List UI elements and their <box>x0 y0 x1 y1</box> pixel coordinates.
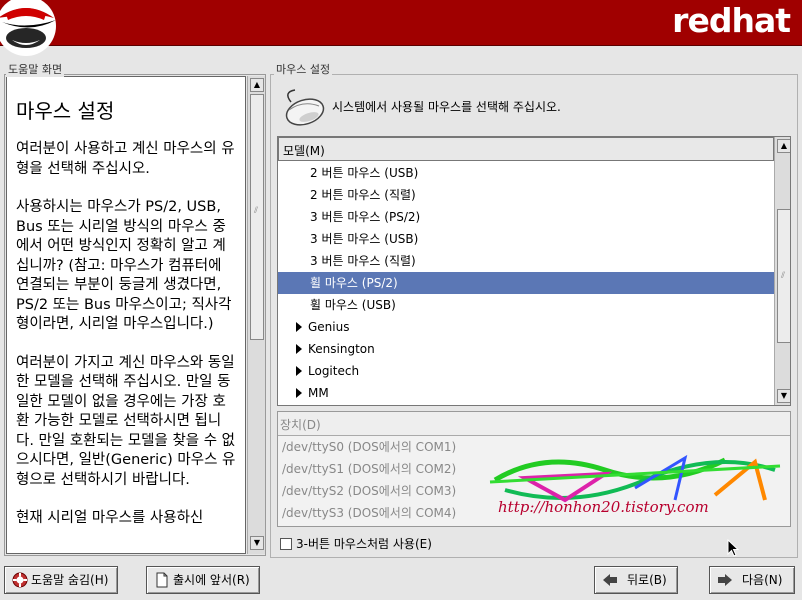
model-label: MM <box>308 386 329 400</box>
back-button[interactable]: 뒤로(B) <box>594 566 678 594</box>
release-notes-button[interactable]: 출시에 앞서(R) <box>146 566 260 594</box>
mouse-pointer-icon <box>727 539 739 557</box>
header-banner: redhat <box>0 0 802 56</box>
emulate-3-button-checkbox[interactable]: 3-버튼 마우스처럼 사용(E) <box>280 535 432 552</box>
hide-help-label: 도움말 숨김(H) <box>31 573 109 587</box>
model-label: 3 버튼 마우스 (직렬) <box>310 254 416 268</box>
help-paragraph-4: 현재 시리얼 마우스를 사용하신 <box>16 510 204 526</box>
model-group-row[interactable]: Genius <box>278 316 774 338</box>
help-scroll-thumb[interactable]: ⫽ <box>250 94 264 340</box>
shadowman-logo <box>0 0 56 56</box>
mouse-icon <box>285 89 325 126</box>
model-rows: 2 버튼 마우스 (USB) 2 버튼 마우스 (직렬) 3 버튼 마우스 (PS/… <box>278 162 774 404</box>
help-paragraph-2: 사용하시는 마우스가 PS/2, USB, Bus 또는 시리얼 방식의 마우스… <box>16 199 232 332</box>
model-row[interactable]: 휠 마우스 (PS/2) <box>278 272 774 294</box>
notes-icon <box>156 572 168 588</box>
model-label: 3 버튼 마우스 (PS/2) <box>310 210 421 224</box>
model-row[interactable]: 3 버튼 마우스 (PS/2) <box>278 206 774 228</box>
model-row[interactable]: 3 버튼 마우스 (직렬) <box>278 250 774 272</box>
brand-wordmark: redhat <box>672 1 791 40</box>
scroll-down-arrow-icon[interactable]: ▼ <box>250 536 264 550</box>
scroll-up-arrow-icon[interactable]: ▲ <box>777 139 790 153</box>
model-row[interactable]: 3 버튼 마우스 (USB) <box>278 228 774 250</box>
model-group-row[interactable]: MM <box>278 382 774 404</box>
hide-help-button[interactable]: 도움말 숨김(H) <box>4 566 118 594</box>
watermark-text: http://honhon20.tistory.com <box>498 498 709 516</box>
mouse-frame-label: 마우스 설정 <box>274 61 333 77</box>
model-label: 2 버튼 마우스 (USB) <box>310 166 419 180</box>
device-list: 장치(D) /dev/ttyS0 (DOS에서의 COM1)/dev/ttyS1… <box>277 411 791 527</box>
help-paragraph-1: 여러분이 사용하고 계신 마우스의 유형을 선택해 주십시오. <box>16 141 235 177</box>
model-scroll-thumb[interactable]: ⫽ <box>777 209 790 343</box>
expander-triangle-icon[interactable] <box>296 365 302 376</box>
model-row[interactable]: 2 버튼 마우스 (직렬) <box>278 184 774 206</box>
back-label: 뒤로(B) <box>627 573 667 587</box>
help-text-area: 마우스 설정 여러분이 사용하고 계신 마우스의 유형을 선택해 주십시오. 사… <box>6 76 246 554</box>
model-row[interactable]: 휠 마우스 (USB) <box>278 294 774 316</box>
model-label: 3 버튼 마우스 (USB) <box>310 232 419 246</box>
next-button[interactable]: 다음(N) <box>709 566 795 594</box>
device-column-header: 장치(D) <box>278 412 790 436</box>
next-label: 다음(N) <box>742 573 783 587</box>
model-label: Genius <box>308 320 350 334</box>
model-label: 휠 마우스 (USB) <box>310 298 396 312</box>
emulate-3-button-label: 3-버튼 마우스처럼 사용(E) <box>296 537 432 551</box>
help-panel: 마우스 설정 여러분이 사용하고 계신 마우스의 유형을 선택해 주십시오. 사… <box>4 74 266 556</box>
expander-triangle-icon[interactable] <box>296 343 302 354</box>
back-arrow-icon <box>603 574 617 586</box>
release-notes-label: 출시에 앞서(R) <box>173 573 250 587</box>
model-scrollbar[interactable]: ▲ ⫽ ▼ <box>774 137 790 405</box>
scroll-up-arrow-icon[interactable]: ▲ <box>250 78 264 92</box>
model-group-row[interactable]: Kensington <box>278 338 774 360</box>
instruction-text: 시스템에서 사용될 마우스를 선택해 주십시오. <box>332 100 561 114</box>
expander-triangle-icon[interactable] <box>296 321 302 332</box>
help-paragraph-3: 여러분이 가지고 계신 마우스와 동일한 모델을 선택해 주십시오. 만일 동일… <box>16 354 236 488</box>
help-scrollbar[interactable]: ▲ ⫽ ▼ <box>247 76 265 554</box>
model-label: Kensington <box>308 342 375 356</box>
model-group-row[interactable]: Logitech <box>278 360 774 382</box>
scroll-down-arrow-icon[interactable]: ▼ <box>777 389 790 403</box>
model-row[interactable]: 2 버튼 마우스 (USB) <box>278 162 774 184</box>
help-title: 마우스 설정 <box>16 99 115 123</box>
next-arrow-icon <box>718 574 732 586</box>
model-label: 2 버튼 마우스 (직렬) <box>310 188 416 202</box>
help-frame-label: 도움말 화면 <box>6 61 65 77</box>
mouse-model-list[interactable]: 모델(M) 2 버튼 마우스 (USB) 2 버튼 마우스 (직렬) 3 버튼 마우… <box>277 136 791 406</box>
checkbox-box[interactable] <box>280 537 292 550</box>
expander-triangle-icon[interactable] <box>296 387 302 398</box>
model-label: 휠 마우스 (PS/2) <box>310 276 398 290</box>
help-icon <box>12 572 28 588</box>
model-column-header[interactable]: 모델(M) <box>278 137 774 161</box>
model-label: Logitech <box>308 364 360 378</box>
